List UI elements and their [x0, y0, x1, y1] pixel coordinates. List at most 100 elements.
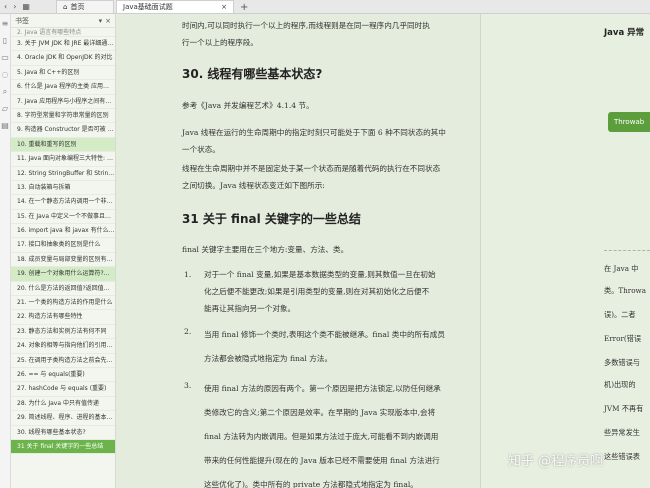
- sidebar-item[interactable]: 8. 字符型常量和字符串常量的区别: [11, 109, 115, 124]
- collapse-icon[interactable]: ▾: [99, 17, 103, 25]
- bookmark-list: 2. Java 语言有哪些特点 3. 关于 JVM JDK 和 JRE 最详细通俗…: [11, 28, 115, 455]
- sidebar-item[interactable]: 25. 在调用子类构造方法之前会先调用父类没有参数的构造方法: [11, 354, 115, 368]
- right-line-8: 些异常发生: [604, 428, 640, 437]
- new-tab-button[interactable]: +: [236, 2, 252, 13]
- right-line-4: Error(错误: [604, 334, 642, 343]
- sidebar-item[interactable]: 6. 什么是 Java 程序的主类 应用程序和小程序的主类有何不同: [11, 80, 115, 95]
- sidebar-item[interactable]: 14. 在一个静态方法内调用一个非静态成员为什么是非法的: [11, 195, 115, 210]
- intro-line-2: 行一个以上的程序段。: [182, 38, 258, 47]
- list-item-line: 带来的任何性能提升(现在的 Java 版本已经不需要使用 final 方法进行: [204, 456, 440, 465]
- right-line-3: 误)。二者: [604, 310, 636, 319]
- intro-line-1: 时间内,可以同时执行一个以上的程序,而线程则是在同一程序内几乎同时执: [182, 21, 430, 30]
- list-item-line: 当用 final 修饰一个类时,表明这个类不能被继承。final 类中的所有成员: [204, 330, 445, 339]
- tab-active-label: Java基础面试题: [123, 3, 173, 11]
- sidebar-item[interactable]: 15. 在 Java 中定义一个不做事且没有参数的构造方法的作用: [11, 210, 115, 225]
- sidebar-item[interactable]: 11. Java 面向对象编程三大特性: 封装 继承 多态: [11, 152, 115, 167]
- right-pane: Java 异常 Throwab 在 Java 中 类。Throwa 误)。二者 …: [481, 14, 650, 488]
- tab-bar: ‹ › ▦ ⌂ 首页 Java基础面试题 × +: [0, 0, 650, 14]
- thumbnail-icon[interactable]: ▭: [1, 54, 9, 62]
- tab-home-label: 首页: [70, 3, 85, 11]
- list-item-line: 类修改它的含义;第二个原因是效率。在早期的 Java 实现版本中,会将: [204, 408, 436, 417]
- home-icon: ⌂: [63, 3, 68, 11]
- forward-icon[interactable]: ›: [13, 2, 16, 11]
- dashed-divider: [604, 250, 650, 251]
- list-number: 1.: [184, 270, 192, 279]
- paragraph-2-line-2: 之间切换。Java 线程状态变迁如下图所示:: [182, 181, 325, 190]
- bookmark-sidebar: 书签 ▾ × 2. Java 语言有哪些特点 3. 关于 JVM JDK 和 JR…: [11, 14, 116, 488]
- list-item-body: 当用 final 修饰一个类时,表明这个类不能被继承。final 类中的所有成员…: [204, 323, 445, 371]
- menu-icon[interactable]: ≡: [2, 20, 9, 28]
- list-item-line: 能再让其指向另一个对象。: [204, 304, 296, 313]
- final-intro: final 关键字主要用在三个地方:变量、方法、类。: [182, 245, 349, 254]
- tab-home[interactable]: ⌂ 首页: [56, 0, 114, 13]
- list-item-body: 对于一个 final 变量,如果是基本数据类型的变量,则其数值一旦在初始 化之后便…: [204, 266, 436, 317]
- sidebar-item[interactable]: 5. Java 和 C++的区别: [11, 66, 115, 81]
- tab-controls: ‹ › ▦: [0, 0, 56, 13]
- sidebar-item[interactable]: 30. 线程有哪些基本状态?: [11, 426, 115, 440]
- sidebar-item[interactable]: 20. 什么是方法的返回值?返回值在类的方法里的作用是什么: [11, 282, 115, 297]
- sidebar-item[interactable]: 4. Oracle JDK 和 OpenJDK 的对比: [11, 51, 115, 66]
- comment-icon[interactable]: ◌: [2, 71, 9, 79]
- list-item-line: 对于一个 final 变量,如果是基本数据类型的变量,则其数值一旦在初始: [204, 270, 436, 279]
- paragraph-2-line-1: 线程在生命周期中并不是固定处于某一个状态而是随着代码的执行在不同状态: [182, 164, 441, 173]
- right-line-6: 机)出现的: [604, 380, 636, 389]
- sidebar-item[interactable]: 27. hashCode 与 equals (重要): [11, 382, 115, 397]
- sidebar-header: 书签 ▾ ×: [11, 14, 115, 28]
- right-line-1: 在 Java 中: [604, 264, 639, 273]
- right-line-5: 多数错误与: [604, 358, 640, 367]
- tab-java-interview[interactable]: Java基础面试题 ×: [116, 0, 234, 13]
- list-number: 3.: [184, 381, 192, 390]
- sidebar-item[interactable]: 22. 构造方法有哪些特性: [11, 310, 115, 325]
- sidebar-item[interactable]: 12. String StringBuffer 和 StringBuilder …: [11, 167, 115, 181]
- reference-text: 参考《Java 并发编程艺术》4.1.4 节。: [182, 101, 314, 110]
- heading-31: 31 关于 final 关键字的一些总结: [182, 212, 361, 226]
- paragraph-1-line-2: 一个状态。: [182, 145, 220, 154]
- sidebar-item[interactable]: 21. 一个类的构造方法的作用是什么: [11, 296, 115, 311]
- sidebar-item[interactable]: 24. 对象的相等与指向他们的引用相等,两者有什么不同: [11, 339, 115, 354]
- sidebar-item[interactable]: 23. 静态方法和实例方法有何不同: [11, 325, 115, 340]
- sidebar-item[interactable]: 17. 接口和抽象类的区别是什么: [11, 238, 115, 253]
- list-item-line: final 方法转为内嵌调用。但是如果方法过于庞大,可能看不到内嵌调用: [204, 432, 439, 441]
- list-item-line: 化之后便不能更改;如果是引用类型的变量,则在对其初始化之后便不: [204, 287, 430, 296]
- throwable-badge: Throwab: [608, 112, 650, 132]
- list-item-line: 使用 final 方法的原因有两个。第一个原因是把方法锁定,以防任何继承: [204, 384, 441, 393]
- list-item-line: 方法都会被隐式地指定为 final 方法。: [204, 354, 333, 363]
- sidebar-item[interactable]: 10. 重载和重写的区别: [11, 137, 115, 153]
- back-icon[interactable]: ‹: [4, 2, 7, 11]
- list-item-body: 使用 final 方法的原因有两个。第一个原因是把方法锁定,以防任何继承 类修改它…: [204, 377, 441, 488]
- right-line-9: 这些错误表: [604, 452, 640, 461]
- close-sidebar-icon[interactable]: ×: [105, 17, 111, 25]
- watermark: 知乎 @程序员啊: [508, 454, 604, 469]
- sidebar-item[interactable]: 19. 创建一个对象用什么运算符?对象实体与对象引用有何不同: [11, 267, 115, 282]
- sidebar-item[interactable]: 9. 构造器 Constructor 是否可被 override: [11, 123, 115, 138]
- document-page: 时间内,可以同时执行一个以上的程序,而线程则是在同一程序内几乎同时执 行一个以上…: [116, 14, 481, 488]
- sidebar-item[interactable]: 26. == 与 equals(重要): [11, 368, 115, 383]
- right-line-2: 类。Throwa: [604, 286, 646, 295]
- left-icon-rail: ≡ ▯ ▭ ◌ ⌕ ▱ ▤: [0, 14, 11, 488]
- sidebar-item[interactable]: 13. 自动装箱与拆箱: [11, 181, 115, 196]
- final-list-item: 1. 对于一个 final 变量,如果是基本数据类型的变量,则其数值一旦在初始 化之…: [184, 266, 458, 317]
- sidebar-item[interactable]: 31 关于 final 关键字的一些总结: [11, 439, 115, 455]
- right-line-7: JVM 不再有: [604, 404, 644, 413]
- sidebar-item[interactable]: 16. import java 和 javax 有什么区别: [11, 224, 115, 239]
- list-number: 2.: [184, 327, 192, 336]
- close-icon[interactable]: ×: [221, 3, 227, 11]
- right-title: Java 异常: [604, 28, 645, 38]
- sidebar-item[interactable]: 18. 成员变量与局部变量的区别有哪些: [11, 253, 115, 268]
- grid-icon[interactable]: ▦: [22, 2, 30, 11]
- bookmark-icon[interactable]: ▯: [3, 37, 7, 45]
- layers-icon[interactable]: ▤: [1, 122, 9, 130]
- attachment-icon[interactable]: ▱: [2, 105, 8, 113]
- final-list-item: 2. 当用 final 修饰一个类时,表明这个类不能被继承。final 类中的所有…: [184, 323, 458, 371]
- sidebar-item[interactable]: 7. Java 应用程序与小程序之间有哪些差别: [11, 95, 115, 109]
- paragraph-1-line-1: Java 线程在运行的生命周期中的指定时刻只可能处于下面 6 种不同状态的其中: [182, 128, 446, 137]
- final-list-item: 3. 使用 final 方法的原因有两个。第一个原因是把方法锁定,以防任何继承 类修…: [184, 377, 458, 488]
- sidebar-item[interactable]: 28. 为什么 Java 中只有值传递: [11, 397, 115, 412]
- sidebar-item[interactable]: 2. Java 语言有哪些特点: [11, 28, 115, 37]
- heading-30: 30. 线程有哪些基本状态?: [182, 67, 323, 81]
- final-list: 1. 对于一个 final 变量,如果是基本数据类型的变量,则其数值一旦在初始 化之…: [184, 266, 458, 488]
- list-item-line: 这些优化了)。类中所有的 private 方法都隐式地指定为 final。: [204, 480, 418, 488]
- sidebar-item[interactable]: 29. 简述线程、程序、进程的基本概念: [11, 411, 115, 426]
- sidebar-item[interactable]: 3. 关于 JVM JDK 和 JRE 最详细通俗的解答: [11, 37, 115, 52]
- search-icon[interactable]: ⌕: [3, 88, 7, 96]
